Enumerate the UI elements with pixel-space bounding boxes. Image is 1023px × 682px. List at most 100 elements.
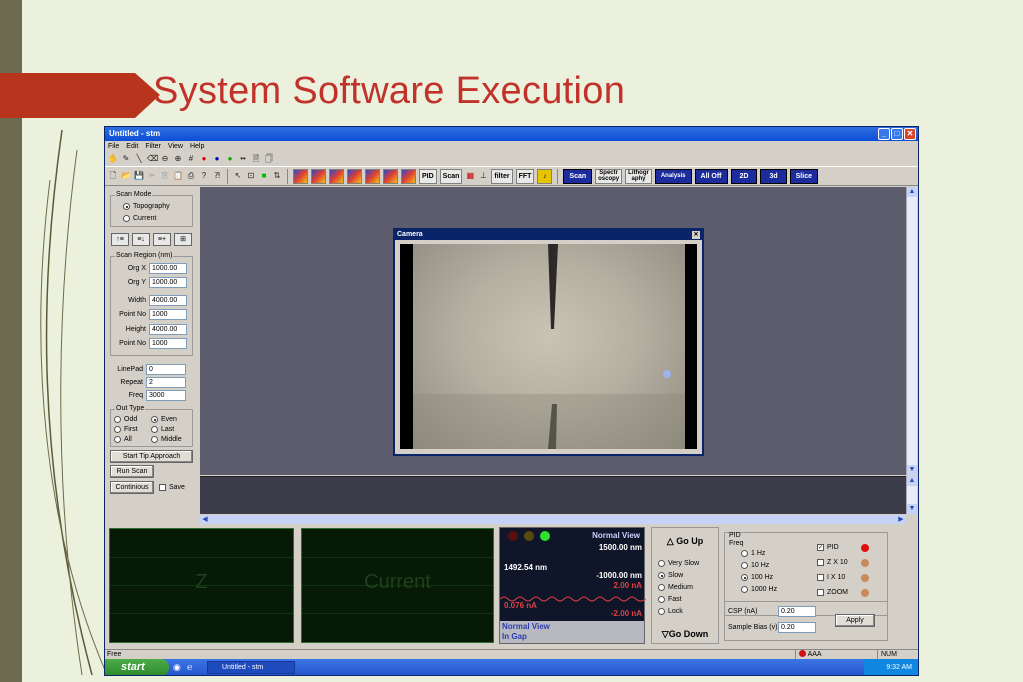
cut-icon[interactable]: ✂: [147, 171, 157, 181]
scan-button[interactable]: Scan: [563, 168, 593, 184]
height-field[interactable]: 4000.00: [149, 324, 187, 335]
menu-filter[interactable]: Filter: [145, 141, 161, 152]
save-icon[interactable]: 💾: [134, 171, 144, 181]
line-icon[interactable]: ╲: [134, 154, 144, 164]
apply-button[interactable]: Apply: [835, 614, 875, 627]
menu-help[interactable]: Help: [190, 141, 204, 152]
copy-icon[interactable]: ⎘: [160, 171, 170, 181]
last-radio[interactable]: Last: [151, 426, 174, 433]
zy-view-icon[interactable]: [383, 168, 398, 184]
pen-icon[interactable]: ✎: [121, 154, 131, 164]
analysis-button[interactable]: Analysis: [654, 168, 692, 184]
scan-y-minus-button[interactable]: ⊞: [174, 233, 192, 246]
continuous-button[interactable]: Continious: [110, 481, 154, 494]
start-tip-approach-button[interactable]: Start Tip Approach: [110, 450, 193, 463]
middle-radio[interactable]: Middle: [151, 436, 182, 443]
pointer-icon[interactable]: ↖: [233, 171, 243, 181]
help-icon[interactable]: ?: [199, 171, 209, 181]
layers-icon[interactable]: ▦: [465, 171, 475, 181]
taskbar-item-stm[interactable]: Untitled - stm: [207, 661, 295, 674]
hand-icon[interactable]: ✋: [108, 154, 118, 164]
minimize-button[interactable]: _: [878, 128, 890, 140]
menu-edit[interactable]: Edit: [126, 141, 138, 152]
main-view-vscrollbar[interactable]: ▲ ▼: [906, 187, 917, 475]
all-radio[interactable]: All: [114, 436, 132, 443]
freq-1hz-radio[interactable]: 1 Hz: [741, 550, 765, 557]
2d-button[interactable]: 2D: [730, 168, 758, 184]
zoom-in-icon[interactable]: ⊕: [173, 154, 183, 164]
scan-icon-button[interactable]: Scan: [439, 168, 463, 184]
red-dot-icon[interactable]: ●: [199, 154, 209, 164]
medium-radio[interactable]: Medium: [658, 584, 693, 591]
sample-bias-field[interactable]: 0.20: [778, 622, 816, 633]
linepad-field[interactable]: 0: [146, 364, 186, 375]
freq-field[interactable]: 3000: [146, 390, 186, 401]
slow-radio[interactable]: Slow: [658, 572, 683, 579]
cross-arrows-icon[interactable]: ⇅: [272, 171, 282, 181]
grid-icon[interactable]: #: [186, 154, 196, 164]
even-radio[interactable]: Even: [151, 416, 177, 423]
scan-x-minus-button[interactable]: ≡↓: [132, 233, 150, 246]
axis-icon[interactable]: ⊥: [478, 171, 488, 181]
zoom-out-icon[interactable]: ⊖: [160, 154, 170, 164]
copy-doc-icon[interactable]: 🗍: [264, 154, 274, 164]
freq-10hz-radio[interactable]: 10 Hz: [741, 562, 769, 569]
curve-view-icon[interactable]: [311, 168, 326, 184]
very-slow-radio[interactable]: Very Slow: [658, 560, 699, 567]
green-square-icon[interactable]: ■: [259, 171, 269, 181]
pid-button[interactable]: PID: [419, 168, 437, 184]
blue-dot-icon[interactable]: ●: [212, 154, 222, 164]
z-profile-icon[interactable]: [329, 168, 344, 184]
document-icon[interactable]: 🗎: [251, 154, 261, 164]
surface-color-icon[interactable]: [347, 168, 362, 184]
all-off-button[interactable]: All Off: [694, 168, 728, 184]
scan-x-plus-button[interactable]: ↑≡: [111, 233, 129, 246]
go-down-button[interactable]: ▽Go Down: [652, 629, 718, 640]
run-scan-button[interactable]: Run Scan: [110, 465, 154, 478]
new-file-icon[interactable]: 🗋: [108, 171, 118, 181]
filter-button[interactable]: filter: [491, 168, 513, 184]
z-view-icon[interactable]: [293, 168, 308, 184]
maximize-button[interactable]: □: [891, 128, 903, 140]
3d-button[interactable]: 3d: [760, 168, 787, 184]
org-y-field[interactable]: 1000.00: [149, 277, 187, 288]
pid-checkbox[interactable]: ✓ PID: [817, 544, 839, 551]
eraser-icon[interactable]: ⌫: [147, 154, 158, 164]
start-button[interactable]: start: [105, 659, 169, 675]
fft-button[interactable]: FFT: [515, 168, 535, 184]
secondary-vscrollbar[interactable]: ▲ ▼: [906, 476, 917, 514]
save-checkbox[interactable]: Save: [159, 484, 185, 491]
go-up-button[interactable]: △ Go Up: [652, 536, 718, 547]
freq-100hz-radio[interactable]: 100 Hz: [741, 574, 773, 581]
slice-button[interactable]: Slice: [789, 168, 818, 184]
current-radio[interactable]: Current: [123, 215, 156, 222]
lock-radio[interactable]: Lock: [658, 608, 683, 615]
menu-file[interactable]: File: [108, 141, 119, 152]
quicklaunch-icon[interactable]: ◉: [173, 662, 181, 673]
signal-icon[interactable]: ♪: [537, 168, 553, 184]
palette-icon[interactable]: [401, 168, 416, 184]
topography-radio[interactable]: Topography: [123, 203, 170, 210]
paste-icon[interactable]: 📋: [173, 171, 183, 181]
dots-icon[interactable]: ••: [238, 154, 248, 164]
csp-field[interactable]: 0.20: [778, 606, 816, 617]
spectroscopy-button[interactable]: Spectr oscopy: [595, 168, 623, 184]
lithography-button[interactable]: Lithogr aphy: [625, 168, 652, 184]
menu-view[interactable]: View: [168, 141, 183, 152]
green-dot-icon[interactable]: ●: [225, 154, 235, 164]
browser-icon[interactable]: ℮: [187, 662, 192, 672]
i-x10-checkbox[interactable]: I X 10: [817, 574, 845, 581]
first-radio[interactable]: First: [114, 426, 138, 433]
print-icon[interactable]: ⎙: [186, 171, 196, 181]
zi-view-icon[interactable]: [365, 168, 380, 184]
main-hscrollbar[interactable]: ◀ ▶: [200, 515, 906, 524]
fast-radio[interactable]: Fast: [658, 596, 682, 603]
repeat-field[interactable]: 2: [146, 377, 186, 388]
org-x-field[interactable]: 1000.00: [149, 263, 187, 274]
freq-1000hz-radio[interactable]: 1000 Hz: [741, 586, 777, 593]
height-point-no-field[interactable]: 1000: [149, 338, 187, 349]
width-point-no-field[interactable]: 1000: [149, 309, 187, 320]
z-x10-checkbox[interactable]: Z X 10: [817, 559, 848, 566]
scan-y-plus-button[interactable]: ≡+: [153, 233, 171, 246]
zoom-checkbox[interactable]: ZOOM: [817, 589, 848, 596]
